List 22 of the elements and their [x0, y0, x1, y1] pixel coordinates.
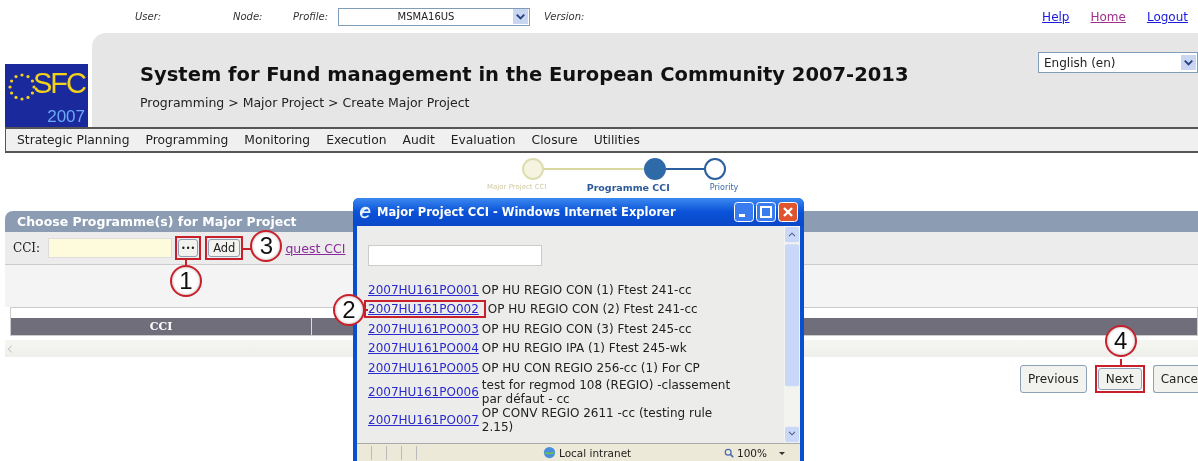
user-label: User: [135, 11, 163, 22]
breadcrumb: Programming > Major Project > Create Major Project [140, 95, 471, 110]
security-zone: Local intranet [559, 446, 632, 459]
programme-title: test for regmod 108 (REGIO) -classement par défaut - cc [481, 377, 732, 406]
column-header: CCI [11, 318, 312, 335]
version-label: Version: [544, 11, 585, 22]
callout-badge: 2 [333, 294, 365, 327]
programme-title: OP HU REGIO CON (1) Ftest 241-cc [481, 282, 693, 297]
profile-label: Profile: [293, 11, 330, 22]
programme-title: OP HU CON REGIO 256-cc (1) For CP [481, 360, 701, 375]
logo-year: 2007 [47, 107, 85, 127]
programme-title: OP HU REGIO CON (2) Ftest 241-cc [487, 302, 699, 317]
callout-badge: 3 [250, 230, 283, 262]
step-label: Priority [709, 182, 739, 192]
node-label: Node: [233, 11, 264, 22]
programme-title: OP HU REGIO CON (3) Ftest 245-cc [481, 321, 693, 336]
page-title: System for Fund management in the European Community 2007-2013 [140, 63, 909, 86]
programme-title: OP CONV REGIO 2611 -cc (testing rule 2.15) [481, 405, 714, 434]
programme-title: OP HU REGIO IPA (1) Ftest 245-wk [481, 341, 688, 356]
step-label: Programme CCI [586, 181, 670, 193]
field-label: CCI: [13, 241, 42, 255]
logo-text: SFC [33, 67, 85, 100]
